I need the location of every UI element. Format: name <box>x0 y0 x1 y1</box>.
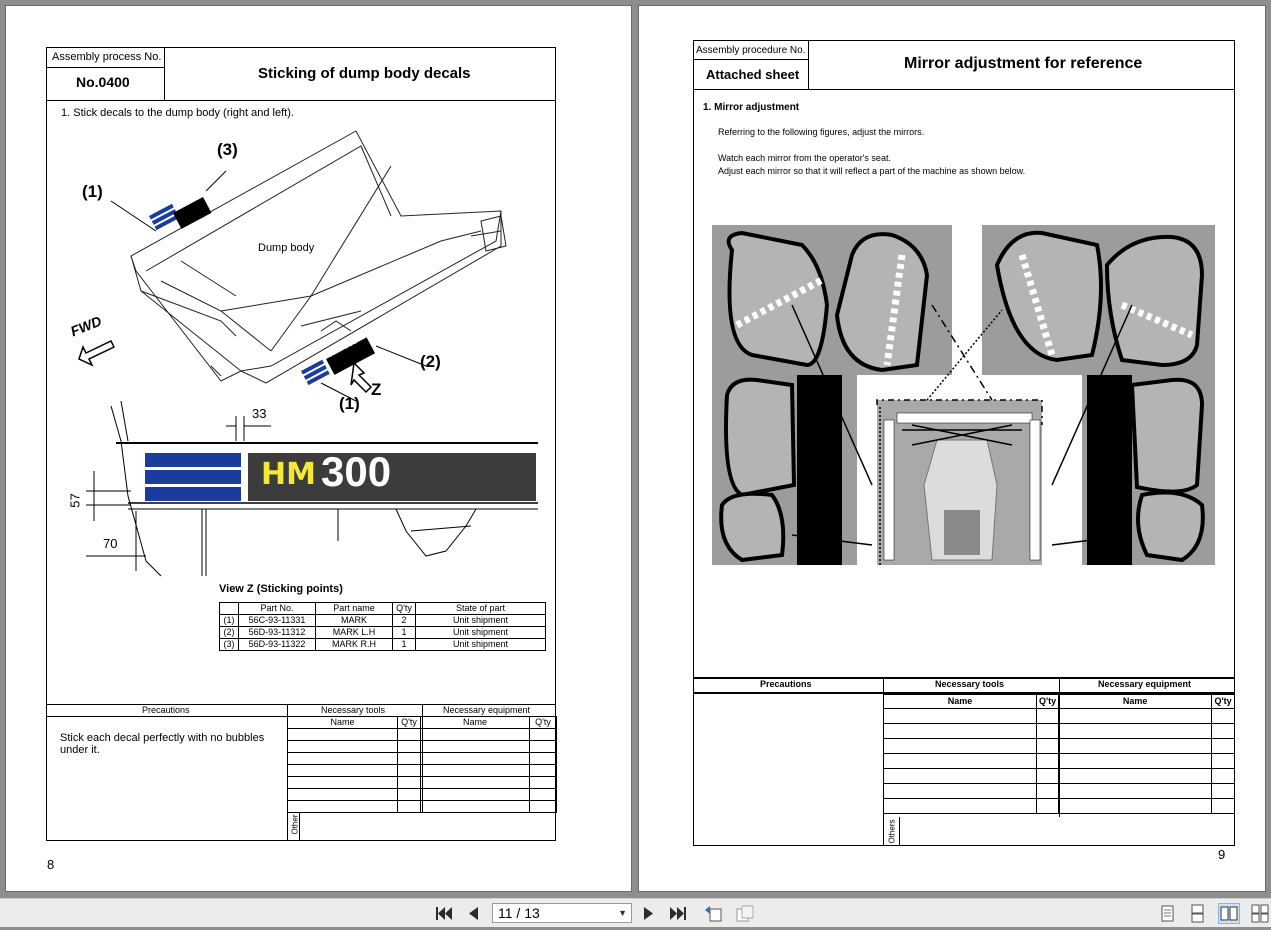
part-qty: 2 <box>392 614 416 627</box>
part-number: 56C-93-11331 <box>238 614 316 627</box>
fwd-arrow-shape <box>78 340 116 367</box>
part-name: MARK R.H <box>315 638 393 651</box>
callout-2: (2) <box>420 352 441 371</box>
instruction-line-2: Watch each mirror from the operator's se… <box>718 153 891 163</box>
others-label: Others <box>887 819 897 844</box>
row-index: (2) <box>219 626 239 639</box>
part-state: Unit shipment <box>415 626 546 639</box>
go-forward-icon[interactable] <box>734 903 756 924</box>
necessary-tools-label: Necessary tools <box>321 705 386 715</box>
page-indicator: 11 / 13 <box>498 905 540 921</box>
two-page-view-icon[interactable] <box>1218 903 1240 924</box>
page-number-right: 9 <box>1218 847 1226 862</box>
part-name: MARK L.H <box>315 626 393 639</box>
viewer-toolbar: 11 / 13 ▼ <box>0 898 1271 927</box>
row-index: (3) <box>219 638 239 651</box>
necessary-equipment-label: Necessary equipment <box>443 705 531 715</box>
equipment-name-header: Name <box>1058 694 1213 709</box>
part-qty: 1 <box>392 626 416 639</box>
page-title: Mirror adjustment for reference <box>904 55 1143 72</box>
tools-name-header: Name <box>287 716 398 729</box>
page-number-field[interactable]: 11 / 13 ▼ <box>492 903 632 923</box>
dimension-57: 57 <box>67 493 83 508</box>
go-back-icon[interactable] <box>702 903 724 924</box>
last-page-icon[interactable] <box>668 903 690 924</box>
part-name: MARK <box>315 614 393 627</box>
page-number-left: 8 <box>47 857 55 872</box>
decal-blue-upper <box>149 203 180 231</box>
first-page-icon[interactable] <box>432 903 454 924</box>
parts-table: Part No. Part name Q'ty State of part (1… <box>219 602 546 651</box>
part-number: 56D-93-11322 <box>238 638 316 651</box>
document-page-left: Assembly process No. No.0400 Sticking of… <box>5 5 632 892</box>
mirror-adjustment-figure <box>712 225 1215 565</box>
parts-header-qty: Q'ty <box>392 602 416 615</box>
instruction-line-1: Referring to the following figures, adju… <box>718 127 925 137</box>
precautions-label: Precautions <box>760 679 812 689</box>
section-heading: 1. Mirror adjustment <box>703 102 800 113</box>
part-state: Unit shipment <box>415 614 546 627</box>
z-label: Z <box>371 380 382 399</box>
row-index: (1) <box>219 614 239 627</box>
parts-header-name: Part name <box>315 602 393 615</box>
equipment-name-header: Name <box>420 716 530 729</box>
parts-header-state: State of part <box>415 602 546 615</box>
parts-header-partno: Part No. <box>238 602 316 615</box>
prev-page-icon[interactable] <box>462 903 484 924</box>
other-label: Other <box>290 814 300 835</box>
tools-grid-left: Name Q'ty Name Q'ty <box>287 716 557 813</box>
document-page-right: Assembly procedure No. Attached sheet Mi… <box>638 5 1266 892</box>
decal-hm-text: HM <box>261 457 316 492</box>
precaution-text: Stick each decal perfectly with no bubbl… <box>60 732 265 756</box>
single-page-view-icon[interactable] <box>1156 903 1178 924</box>
dimension-70: 70 <box>103 536 118 551</box>
step-instruction: 1. Stick decals to the dump body (right … <box>61 107 294 119</box>
part-state: Unit shipment <box>415 638 546 651</box>
continuous-view-icon[interactable] <box>1186 903 1208 924</box>
table-row: (2) 56D-93-11312 MARK L.H 1 Unit shipmen… <box>219 626 546 639</box>
next-page-icon[interactable] <box>638 903 660 924</box>
z-arrow-shape <box>350 361 373 394</box>
equipment-qty-header: Q'ty <box>529 716 557 729</box>
two-page-continuous-view-icon[interactable] <box>1249 903 1271 924</box>
instruction-line-3: Adjust each mirror so that it will refle… <box>718 166 1026 176</box>
assembly-procedure-label: Assembly procedure No. <box>696 45 806 56</box>
decal-blue-lower <box>301 359 330 386</box>
decal-300-text: 300 <box>321 448 392 495</box>
process-number: No.0400 <box>76 74 130 90</box>
page-title: Sticking of dump body decals <box>258 65 471 82</box>
assembly-process-label: Assembly process No. <box>52 51 162 63</box>
dump-body-drawing <box>78 130 507 402</box>
equipment-qty-header: Q'ty <box>1211 694 1235 709</box>
tools-grid-right: Name Q'ty Name Q'ty <box>883 694 1235 814</box>
view-z-label: View Z (Sticking points) <box>219 583 343 595</box>
chevron-down-icon[interactable]: ▼ <box>618 904 627 922</box>
precautions-label: Precautions <box>142 705 190 715</box>
tools-name-header: Name <box>883 694 1037 709</box>
dimension-33: 33 <box>252 406 267 421</box>
table-row: (3) 56D-93-11322 MARK R.H 1 Unit shipmen… <box>219 638 546 651</box>
part-number: 56D-93-11312 <box>238 626 316 639</box>
tools-qty-header: Q'ty <box>1035 694 1060 709</box>
part-qty: 1 <box>392 638 416 651</box>
table-row: (1) 56C-93-11331 MARK 2 Unit shipment <box>219 614 546 627</box>
decal-black-upper <box>173 197 212 229</box>
necessary-tools-label: Necessary tools <box>935 679 1005 689</box>
callout-3: (3) <box>217 140 238 159</box>
tools-qty-header: Q'ty <box>397 716 421 729</box>
callout-1-upper: (1) <box>82 182 103 201</box>
necessary-equipment-label: Necessary equipment <box>1098 679 1192 689</box>
dump-body-label: Dump body <box>258 242 315 254</box>
attached-sheet-label: Attached sheet <box>706 67 800 82</box>
